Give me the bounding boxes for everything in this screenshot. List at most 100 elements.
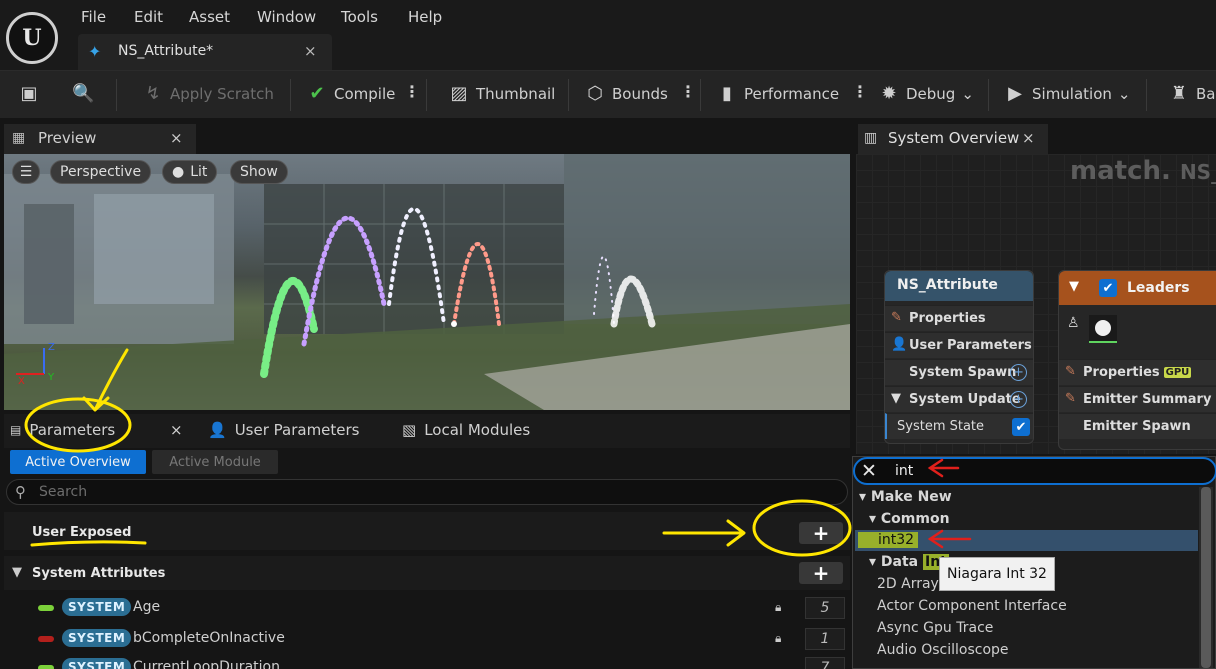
performance-button[interactable]: ▮ Performance [716, 83, 839, 104]
system-node-header[interactable]: NS_Attribute [885, 271, 1033, 301]
perspective-button[interactable]: Perspective [50, 160, 152, 184]
audio-oscilloscope-item[interactable]: Audio Oscilloscope [877, 642, 1009, 658]
make-new-category[interactable]: ▾ Make New [859, 489, 952, 505]
system-properties-row[interactable]: ✎ Properties [885, 305, 1033, 331]
asset-tab[interactable]: ✦ NS_Attribute* × [78, 34, 332, 70]
menu-search-input[interactable]: ✕ int [853, 457, 1216, 485]
system-properties-label: Properties [909, 311, 986, 326]
active-overview-button[interactable]: Active Overview [10, 450, 146, 474]
parameter-value[interactable]: 1 [805, 628, 845, 650]
system-user-parameters-row[interactable]: 👤 User Parameters [885, 332, 1033, 358]
debug-bug-icon: ✹ [881, 83, 897, 104]
toolbar-divider [988, 79, 989, 111]
lit-button[interactable]: ● Lit [162, 160, 218, 184]
actor-component-interface-item[interactable]: Actor Component Interface [877, 598, 1067, 614]
menu-edit[interactable]: Edit [134, 8, 163, 26]
parameter-value[interactable]: 5 [805, 597, 845, 619]
tab-user-parameters[interactable]: 👤 User Parameters [208, 421, 360, 439]
data-label: Data [880, 554, 923, 570]
system-overview-label: System Overview [888, 129, 1020, 147]
sprite-icon [1095, 320, 1111, 336]
menu-help[interactable]: Help [408, 8, 442, 26]
parameter-row[interactable]: SYSTEM bCompleteOnInactive 🔒︎ 1 [4, 625, 850, 653]
show-button[interactable]: Show [230, 160, 288, 184]
system-attributes-category[interactable]: ▼ System Attributes + [4, 556, 850, 590]
type-pill-icon [38, 665, 54, 669]
async-gpu-trace-item[interactable]: Async Gpu Trace [877, 620, 993, 636]
browse-button[interactable]: 🔍 [72, 83, 94, 104]
menu-scrollbar[interactable] [1199, 487, 1213, 668]
system-overview-close-icon[interactable]: × [1022, 129, 1035, 147]
menu-asset[interactable]: Asset [189, 8, 230, 26]
viewport-menu-button[interactable]: ☰ [12, 160, 40, 184]
tab-parameters-close-icon[interactable]: × [170, 421, 183, 439]
system-overview-tab[interactable]: ▥ System Overview × [858, 124, 1048, 154]
asset-tab-label: NS_Attribute* [118, 43, 214, 59]
emitter-node-header[interactable]: ▼ ✔ Leaders [1059, 271, 1216, 305]
preview-tab[interactable]: ▦ Preview × [4, 124, 196, 154]
performance-options-icon[interactable]: ⋮ [852, 82, 868, 101]
common-category[interactable]: ▾ Common [869, 511, 950, 527]
viewport-scene: Z Y X [4, 154, 850, 410]
unreal-logo[interactable]: U [6, 12, 58, 64]
tab-parameters[interactable]: ▤ Parameters [10, 421, 115, 439]
parameters-search-input[interactable]: ⚲ Search [6, 479, 848, 505]
menu-scrollbar-thumb[interactable] [1201, 487, 1211, 668]
active-module-button[interactable]: Active Module [152, 450, 278, 474]
parameter-row[interactable]: SYSTEM Age 🔒︎ 5 [4, 594, 850, 622]
preview-viewport[interactable]: Z Y X ☰ Perspective ● Lit Show [4, 154, 850, 410]
parameter-name: bCompleteOnInactive [133, 630, 285, 646]
system-update-row[interactable]: ▼ System Update + [885, 386, 1033, 412]
renderer-icon[interactable]: ♙ [1067, 315, 1080, 331]
parameter-row[interactable]: SYSTEM CurrentLoopDuration 7 [4, 656, 850, 669]
add-system-attribute-button[interactable]: + [799, 561, 843, 585]
bake-button[interactable]: ♜ Bal [1168, 83, 1216, 104]
compile-button[interactable]: ✔ Compile [306, 83, 395, 104]
emitter-properties-row[interactable]: ✎ Properties GPU [1059, 359, 1216, 385]
preview-close-icon[interactable]: × [170, 129, 183, 147]
checkbox-checked-icon[interactable]: ✔ [1012, 418, 1030, 436]
tab-local-modules[interactable]: ▧ Local Modules [402, 421, 530, 439]
emitter-enabled-checkbox[interactable]: ✔ [1099, 279, 1117, 297]
emitter-node[interactable]: ▼ ✔ Leaders ♙ ✎ Properties GPU ✎ Emitter Su… [1058, 270, 1216, 450]
user-exposed-category[interactable]: User Exposed + [4, 512, 850, 550]
debug-dropdown[interactable]: ✹ Debug ⌄ [878, 83, 973, 104]
lit-sphere-icon: ● [172, 164, 185, 180]
emitter-spawn-row[interactable]: Emitter Spawn [1059, 413, 1216, 439]
asset-tab-close-icon[interactable]: × [304, 42, 317, 60]
2d-array-item[interactable]: 2D Array [877, 576, 939, 592]
compile-options-icon[interactable]: ⋮ [404, 82, 420, 101]
menu-tools[interactable]: Tools [341, 8, 378, 26]
apply-scratch-button[interactable]: ↯ Apply Scratch [142, 83, 274, 104]
thumbnail-icon: ▨ [450, 83, 468, 104]
collapse-triangle-icon[interactable]: ▼ [1069, 279, 1079, 294]
thumbnail-button[interactable]: ▨ Thumbnail [448, 83, 555, 104]
overview-mode-switch: Active Overview Active Module [10, 450, 278, 474]
bounds-options-icon[interactable]: ⋮ [680, 82, 696, 101]
pencil-icon: ✎ [1065, 391, 1076, 406]
clear-search-icon[interactable]: ✕ [861, 460, 877, 482]
system-state-row[interactable]: System State ✔ [885, 413, 1033, 439]
simulation-label: Simulation [1032, 84, 1112, 103]
data-interface-category[interactable]: ▾ Data Int [869, 554, 949, 570]
performance-label: Performance [744, 84, 840, 103]
add-module-icon[interactable]: + [1010, 391, 1027, 408]
simulation-dropdown[interactable]: ▶ Simulation ⌄ [1004, 83, 1130, 104]
system-node[interactable]: NS_Attribute ✎ Properties 👤 User Parameter… [884, 270, 1034, 444]
menu-file[interactable]: File [81, 8, 106, 26]
add-module-icon[interactable]: + [1010, 364, 1027, 381]
system-update-label: System Update [909, 392, 1021, 407]
add-user-parameter-button[interactable]: + [799, 521, 843, 545]
sprite-renderer-thumb[interactable] [1089, 315, 1117, 343]
emitter-summary-row[interactable]: ✎ Emitter Summary [1059, 386, 1216, 412]
apply-scratch-label: Apply Scratch [170, 84, 274, 103]
collapse-triangle-icon[interactable]: ▼ [12, 565, 22, 580]
int32-item[interactable]: int32 [858, 532, 919, 548]
collapse-triangle-icon[interactable]: ▼ [891, 391, 901, 406]
menu-window[interactable]: Window [257, 8, 316, 26]
system-spawn-row[interactable]: System Spawn + [885, 359, 1033, 385]
bounds-button[interactable]: ⬡ Bounds [584, 83, 668, 104]
parameters-icon: ▤ [10, 423, 22, 437]
save-button[interactable]: ▣ [18, 83, 40, 104]
parameter-value[interactable]: 7 [805, 657, 845, 669]
